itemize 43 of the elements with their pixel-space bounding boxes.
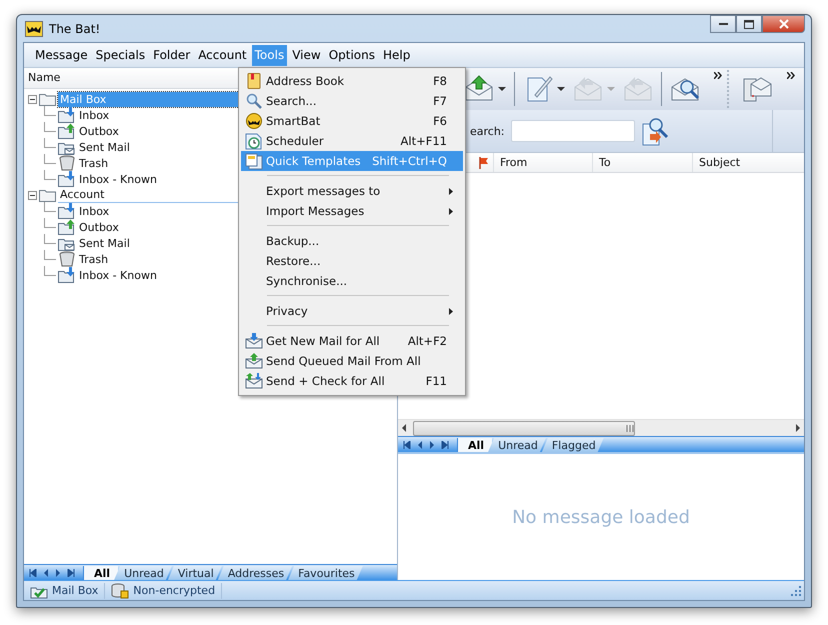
column-header[interactable]: From <box>494 153 593 172</box>
status-text: Non-encrypted <box>133 584 216 597</box>
menu-item[interactable]: Privacy <box>241 301 463 321</box>
menu-item[interactable]: Options <box>326 44 378 66</box>
tab[interactable]: Unread <box>114 566 172 580</box>
empty-message: No message loaded <box>512 506 690 528</box>
tree-item[interactable]: Inbox <box>78 108 110 122</box>
tree-item[interactable]: Trash <box>78 252 110 266</box>
menu-item[interactable]: Synchronise... <box>241 271 463 291</box>
menu-item[interactable]: Send + Check for All F11 <box>241 371 463 391</box>
window-title: The Bat! <box>49 22 100 36</box>
tab[interactable]: Addresses <box>218 566 292 580</box>
menu-item[interactable]: SmartBat F6 <box>241 111 463 131</box>
tab[interactable]: Unread <box>488 438 546 452</box>
tree-item[interactable]: Inbox - Known <box>78 172 158 186</box>
menu-item[interactable]: Message <box>32 44 91 66</box>
search-label: earch: <box>470 124 505 138</box>
menu-item[interactable]: Send Queued Mail From All <box>241 351 463 371</box>
tab[interactable]: All <box>457 438 492 452</box>
menu-item[interactable]: Help <box>380 44 414 66</box>
menu-item[interactable]: Get New Mail for All Alt+F2 <box>241 331 463 351</box>
tab[interactable]: All <box>83 566 118 580</box>
menu-item[interactable]: Restore... <box>241 251 463 271</box>
column-header[interactable]: To <box>593 153 693 172</box>
tab[interactable]: Virtual <box>168 566 222 580</box>
menu-item[interactable]: View <box>289 44 324 66</box>
column-header[interactable]: Subject <box>693 153 804 172</box>
menu-item[interactable]: Import Messages <box>241 201 463 221</box>
menu-item[interactable]: Specials <box>92 44 148 66</box>
status-text: Mail Box <box>52 584 98 597</box>
tab[interactable]: Flagged <box>542 438 604 452</box>
menu-item[interactable]: Folder <box>150 44 194 66</box>
menu-item[interactable]: Account <box>195 44 250 66</box>
tree-item[interactable]: Outbox <box>78 124 120 138</box>
menu-item[interactable]: Backup... <box>241 231 463 251</box>
tree-item[interactable]: Sent Mail <box>78 140 131 154</box>
tree-item[interactable]: Sent Mail <box>78 236 131 250</box>
tab[interactable]: Favourites <box>288 566 363 580</box>
tree-item[interactable]: Inbox <box>78 204 110 218</box>
tree-item[interactable]: Outbox <box>78 220 120 234</box>
menu-item[interactable]: Scheduler Alt+F11 <box>241 131 463 151</box>
tree-item[interactable]: Trash <box>78 156 110 170</box>
tree-item[interactable]: Inbox - Known <box>78 268 158 282</box>
